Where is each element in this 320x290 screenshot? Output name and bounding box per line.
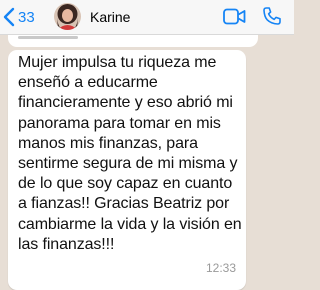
message-timestamp: 12:33 <box>205 261 236 275</box>
phone-icon[interactable] <box>262 6 282 26</box>
message-bubble[interactable]: Mujer impulsa tu riqueza me enseñó a edu… <box>8 50 246 290</box>
avatar[interactable] <box>54 3 81 30</box>
name-fade <box>156 10 174 24</box>
chevron-left-icon <box>3 7 15 27</box>
message-text: Mujer impulsa tu riqueza me enseñó a edu… <box>18 54 242 253</box>
unread-count: 33 <box>18 8 35 26</box>
back-button[interactable]: 33 <box>3 5 35 29</box>
previous-message-text <box>18 36 78 39</box>
video-call-icon[interactable] <box>223 8 246 25</box>
chat-header: 33 Karine <box>0 0 294 35</box>
contact-name[interactable]: Karine <box>90 9 130 25</box>
